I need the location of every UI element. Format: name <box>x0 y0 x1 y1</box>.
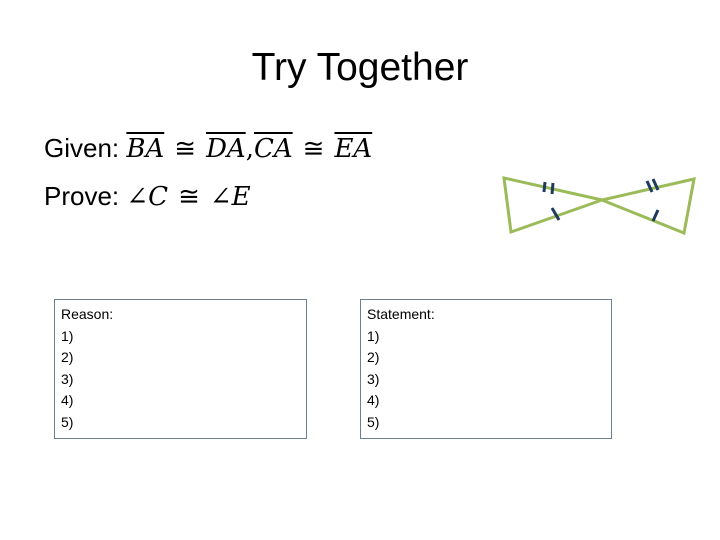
reason-header: Reason: <box>61 306 114 322</box>
statement-header: Statement: <box>367 306 435 322</box>
congruent-symbol: ≅ <box>302 134 325 164</box>
comma: , <box>245 134 254 164</box>
statement-box[interactable]: Statement: 1) 2) 3) 4) 5) <box>360 299 612 439</box>
statement-item: 3) <box>367 370 380 387</box>
single-tick-mark-right <box>651 209 660 222</box>
reason-item: 5) <box>61 413 74 430</box>
given-label: Given: <box>44 133 120 163</box>
statement-item: 2) <box>367 349 380 365</box>
segment-ea: EA <box>334 134 373 164</box>
prove-line: Prove: ∠C ≅ ∠E <box>44 178 251 215</box>
reason-item: 2) <box>61 349 74 365</box>
reason-item: 3) <box>61 370 74 387</box>
segment-da: DA <box>206 134 246 164</box>
angle-c: ∠C <box>126 182 169 212</box>
segment-ba: BA <box>126 134 165 164</box>
bowtie-triangles-figure <box>502 176 696 236</box>
slide-title: Try Together <box>251 46 469 89</box>
prove-expression: ∠C ≅ ∠E <box>126 182 250 212</box>
angle-e: ∠E <box>209 182 251 212</box>
reason-item: 1) <box>61 327 74 344</box>
right-triangle <box>596 177 696 236</box>
reason-item: 4) <box>61 392 74 408</box>
reason-box[interactable]: Reason: 1) 2) 3) 4) 5) <box>54 299 307 439</box>
segment-ca: CA <box>253 134 293 164</box>
given-line: Given: BA ≅ DA,CA ≅ EA <box>44 130 372 167</box>
double-tick-mark-left <box>542 181 547 193</box>
given-expression: BA ≅ DA,CA ≅ EA <box>126 134 372 164</box>
statement-item: 4) <box>367 392 380 408</box>
double-tick-mark-left <box>550 182 555 195</box>
prove-label: Prove: <box>44 181 120 211</box>
congruent-symbol: ≅ <box>178 182 200 212</box>
statement-item: 5) <box>367 413 380 430</box>
congruent-symbol: ≅ <box>174 134 197 164</box>
statement-item: 1) <box>367 327 380 344</box>
